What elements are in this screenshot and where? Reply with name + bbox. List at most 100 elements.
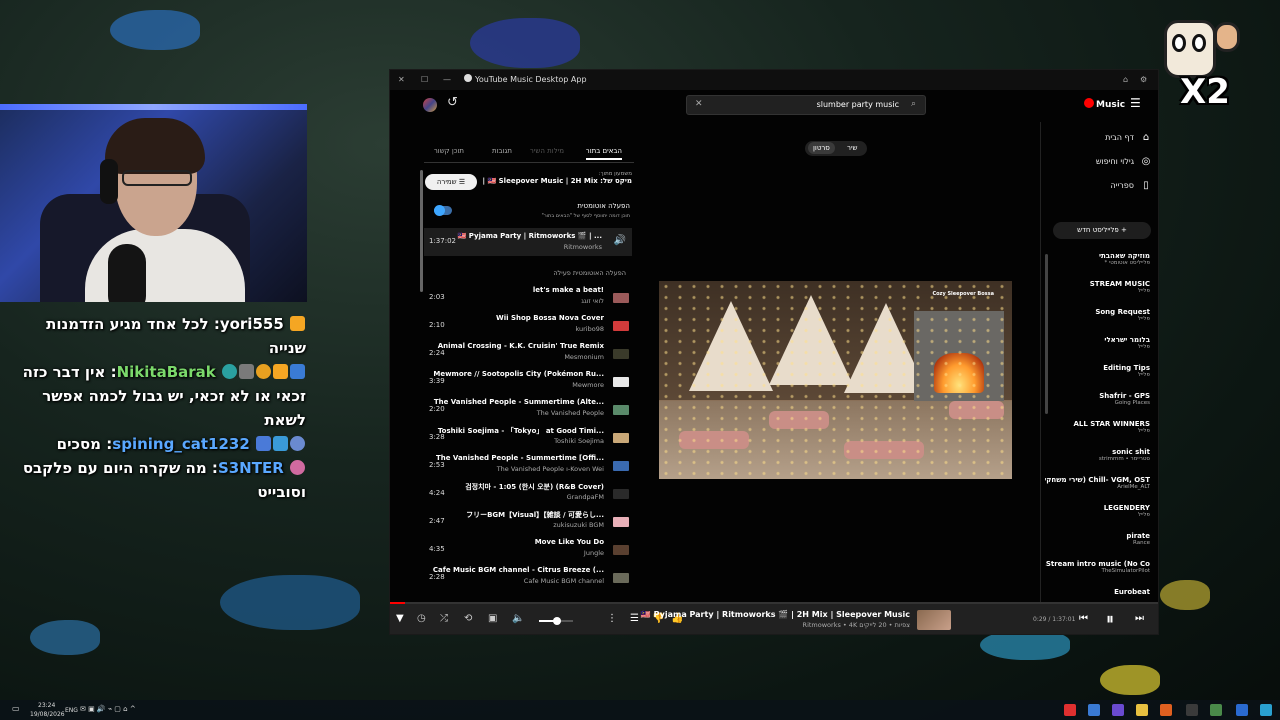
next-track-icon[interactable]: ⏭	[1135, 613, 1144, 624]
art-label: Cozy Sleepover Bossa	[932, 291, 994, 297]
search-bar[interactable]: ✕ slumber party music ⌕	[686, 95, 926, 115]
miniplayer-icon[interactable]: ▣	[488, 613, 497, 624]
taskbar-app-icon[interactable]	[1186, 704, 1198, 716]
track-thumbnail	[613, 377, 629, 387]
new-playlist-button[interactable]: + פלייליסט חדש	[1053, 222, 1151, 239]
queue-item[interactable]: 4:24 검정치마 - 1:05 (한시 오분) (R&B Cover) Grand…	[424, 480, 632, 508]
tab-lyrics[interactable]: מילות השיר	[530, 147, 564, 155]
sidebar-playlist[interactable]: ALL STAR WINNERS פלייל	[1045, 420, 1150, 434]
clear-search-icon[interactable]: ✕	[695, 99, 703, 109]
sidebar-playlist[interactable]: pirate Rance	[1045, 532, 1150, 546]
more-options-icon[interactable]: ⋮	[607, 613, 617, 624]
multiplier-label: X2	[1180, 72, 1230, 112]
song-video-switch: סרטון שיר	[805, 141, 867, 156]
divider	[424, 162, 634, 163]
autoplay-toggle[interactable]	[434, 205, 452, 216]
song-toggle[interactable]: שיר	[847, 144, 857, 152]
tab-up-next[interactable]: הבאים בתור	[585, 147, 622, 160]
avatar[interactable]	[423, 98, 437, 112]
now-playing-row[interactable]: 1:37:02 🇲🇾 Pyjama Party | Ritmoworks 🎬 |…	[424, 228, 632, 256]
video-toggle[interactable]: סרטון	[808, 142, 835, 154]
sidebar-playlist[interactable]: STREAM MUSIC פלייל	[1045, 280, 1150, 294]
queue-item[interactable]: 2:28 Cafe Music BGM channel - Citrus Bree…	[424, 564, 632, 592]
settings-icon[interactable]: ⚙	[1140, 75, 1147, 84]
background-fish	[470, 18, 580, 68]
sidebar-playlist[interactable]: sonic shit סטריימר • strimmm	[1045, 448, 1150, 462]
collapse-player-icon[interactable]: ▼	[396, 613, 404, 624]
track-thumbnail	[613, 489, 629, 499]
taskbar-app-icon[interactable]	[1112, 704, 1124, 716]
queue-item[interactable]: 2:10 Wii Shop Bossa Nova Cover kuribo98	[424, 312, 632, 340]
track-artist: The Vanished People	[536, 409, 604, 417]
history-icon[interactable]: ↺	[447, 96, 461, 110]
taskbar-app-icon[interactable]	[1136, 704, 1148, 716]
queue-item[interactable]: 2:47 フリーBGM【Visual】【雑談 / 可愛らし... zukisuzuk…	[424, 508, 632, 536]
sidebar-playlist[interactable]: LEGENDERY פלייל	[1045, 504, 1150, 518]
sidebar-playlist[interactable]: בלומר ישראלי פלייל	[1045, 336, 1150, 350]
volume-icon[interactable]: 🔈	[512, 613, 524, 624]
playlist-add-icon: ☰	[458, 178, 466, 186]
taskbar-app-icon[interactable]	[1210, 704, 1222, 716]
sidebar-playlist[interactable]: Song Request פלייל	[1045, 308, 1150, 322]
shuffle-icon[interactable]: ⤮	[440, 613, 448, 624]
player-thumbnail[interactable]	[917, 610, 951, 630]
language-indicator[interactable]: ENG	[65, 707, 78, 714]
trophy-badge-icon	[239, 364, 254, 379]
queue-item[interactable]: 2:24 Animal Crossing - K.K. Cruisin' True…	[424, 340, 632, 368]
close-window-button[interactable]: ✕	[398, 75, 405, 84]
repeat-icon[interactable]: ⟲	[464, 613, 472, 624]
taskbar-app-icon[interactable]	[1260, 704, 1272, 716]
sidebar-playlist[interactable]: Stream intro music (No Co...TheSimulator…	[1045, 560, 1150, 574]
chat-overlay: yori555: לכל אחד מגיע הזדמנות שנייה Niki…	[6, 312, 306, 504]
sidebar-scrollbar[interactable]	[1045, 254, 1048, 414]
taskbar-app-icon[interactable]	[1236, 704, 1248, 716]
sidebar-playlist[interactable]: Chill- VGM, OST (שירי משחקים)ArielMe_ALT	[1045, 476, 1150, 490]
maximize-window-button[interactable]: ☐	[421, 75, 428, 84]
sub-badge-icon	[290, 460, 305, 475]
minimize-window-button[interactable]: —	[443, 75, 451, 84]
sleep-timer-icon[interactable]: ◷	[417, 613, 426, 624]
queue-item[interactable]: 2:20 The Vanished People - Summertime (Al…	[424, 396, 632, 424]
save-button[interactable]: שמירה ☰	[425, 174, 477, 190]
sidebar-item-explore[interactable]: ◎גילוי וחיפוש	[1096, 156, 1152, 167]
queue-item[interactable]: 3:39 Mewmore // Sootopolis City (Pokémon …	[424, 368, 632, 396]
youtube-music-logo[interactable]: Music	[1084, 98, 1125, 110]
gear-badge-icon	[290, 436, 305, 451]
taskbar-time[interactable]: 23:24	[38, 702, 55, 709]
sidebar-playlist[interactable]: Eurobeat	[1045, 588, 1150, 596]
sidebar-item-home[interactable]: ⌂דף הבית	[1105, 132, 1152, 143]
taskbar-app-icon[interactable]	[1160, 704, 1172, 716]
sidebar-playlist[interactable]: מוזיקה שאהבתי פלייליסט אוטומטי *	[1045, 252, 1150, 266]
queue-scrollbar[interactable]	[420, 170, 423, 292]
tray-icons[interactable]: ✉ ▣ 🔊 ⌁ ▢ ⌂ ^	[80, 705, 136, 713]
player-track-title[interactable]: 🇲🇾 Pyjama Party | Ritmoworks 🎬 | 2H Mix …	[641, 610, 910, 619]
sidebar-playlist[interactable]: Editing Tips פלייל	[1045, 364, 1150, 378]
search-input[interactable]: slumber party music	[817, 100, 899, 109]
home-shortcut-icon[interactable]: ⌂	[1123, 75, 1128, 84]
previous-track-icon[interactable]: ⏮	[1079, 613, 1088, 624]
youtube-music-window: ✕ ☐ — YouTube Music Desktop App ⌂ ⚙ ↺ ✕ …	[389, 69, 1159, 635]
pause-icon[interactable]: ⏸	[1106, 609, 1114, 629]
tab-comments[interactable]: תגובות	[492, 147, 512, 155]
notification-icon[interactable]: ▭	[12, 704, 20, 713]
sidebar-playlist[interactable]: Shafrir - GPS Going Places	[1045, 392, 1150, 406]
taskbar-date[interactable]: 19/08/2026	[30, 711, 65, 718]
taskbar-app-icon[interactable]	[1088, 704, 1100, 716]
queue-item[interactable]: 4:35 Move Like You Do Jungle	[424, 536, 632, 564]
queue-item[interactable]: 2:53 The Vanished People - Summertime [Of…	[424, 452, 632, 480]
search-icon[interactable]: ⌕	[911, 99, 916, 109]
sidebar-item-library[interactable]: ▯ספרייה	[1110, 180, 1152, 191]
track-artist: Toshiki Soejima	[554, 437, 604, 445]
taskbar-app-icon[interactable]	[1064, 704, 1076, 716]
window-title: YouTube Music Desktop App	[475, 75, 587, 84]
queue-icon[interactable]: ☰	[630, 613, 639, 624]
tab-related[interactable]: תוכן קשור	[434, 147, 464, 155]
sidebar: ⌂דף הבית ◎גילוי וחיפוש ▯ספרייה + פלייליס…	[1040, 122, 1158, 634]
title-bar: ✕ ☐ — YouTube Music Desktop App ⌂ ⚙	[390, 70, 1158, 90]
volume-slider[interactable]	[539, 617, 573, 625]
track-artist: Ritmoworks	[563, 243, 602, 251]
track-thumbnail	[613, 517, 629, 527]
queue-item[interactable]: 2:03 let's make a beat! לואי זוגג	[424, 284, 632, 312]
queue-item[interactable]: 3:28 Toshiki Soejima - 「Tokyo」 at Good Ti…	[424, 424, 632, 452]
hamburger-menu-icon[interactable]: ☰	[1130, 96, 1141, 110]
